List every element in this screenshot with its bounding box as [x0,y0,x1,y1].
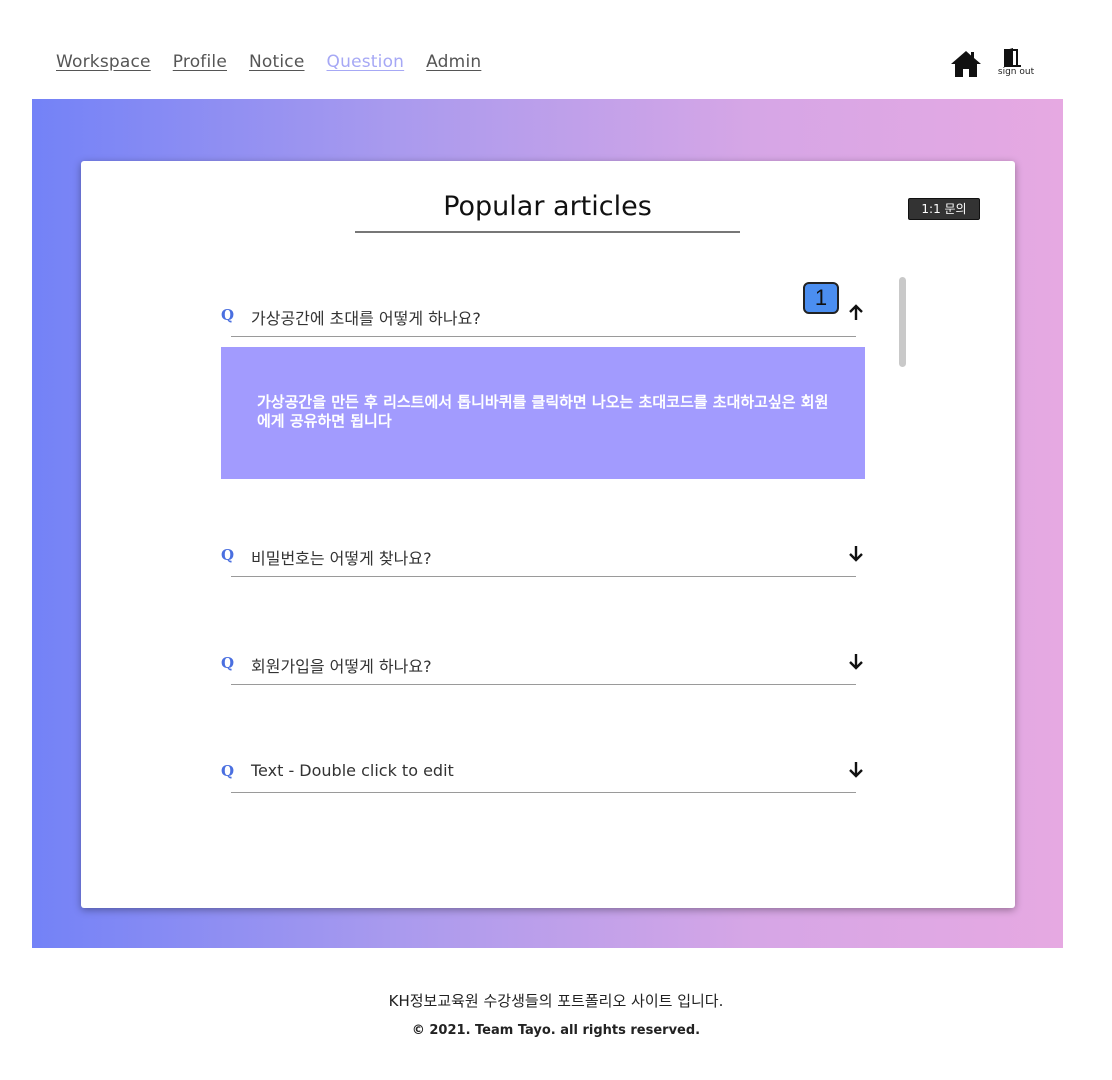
signout-label: sign out [997,67,1035,77]
faq-question: 가상공간에 초대를 어떻게 하나요? [251,309,481,328]
nav-link-profile[interactable]: Profile [173,52,227,72]
arrow-down-icon[interactable] [848,543,864,563]
arrow-down-icon[interactable] [848,759,864,779]
hero-background: Popular articles 1:1 문의 Q 가상공간에 초대를 어떻게 … [32,99,1063,948]
signout-button[interactable]: sign out [990,48,1042,82]
faq-card: Popular articles 1:1 문의 Q 가상공간에 초대를 어떻게 … [81,161,1015,908]
one-on-one-inquiry-button[interactable]: 1:1 문의 [908,198,980,220]
top-navigation: Workspace Profile Notice Question Admin … [0,0,1112,99]
count-badge: 1 [803,282,839,314]
home-icon[interactable] [950,50,982,78]
scrollbar[interactable] [899,277,906,367]
nav-link-workspace[interactable]: Workspace [56,52,151,72]
footer-copyright: © 2021. Team Tayo. all rights reserved. [411,1023,701,1038]
faq-question-row[interactable]: Q 비밀번호는 어떻게 찾나요? [221,541,863,577]
faq-question: 비밀번호는 어떻게 찾나요? [251,549,432,568]
nav-link-question[interactable]: Question [327,52,405,72]
q-icon: Q [221,546,235,564]
door-icon [1004,48,1021,67]
page-title: Popular articles [355,191,740,233]
footer: KH정보교육원 수강생들의 포트폴리오 사이트 입니다. © 2021. Tea… [0,990,1112,1038]
faq-question-row[interactable]: Q 가상공간에 초대를 어떻게 하나요? [221,301,863,337]
faq-item: Q 비밀번호는 어떻게 찾나요? [221,541,866,577]
footer-description: KH정보교육원 수강생들의 포트폴리오 사이트 입니다. [388,992,724,1010]
nav-links: Workspace Profile Notice Question Admin [56,52,481,72]
arrow-up-icon[interactable] [848,303,864,323]
arrow-down-icon[interactable] [848,651,864,671]
faq-question: 회원가입을 어떻게 하나요? [251,657,432,676]
faq-item: Q Text - Double click to edit [221,757,866,793]
nav-link-notice[interactable]: Notice [249,52,305,72]
nav-link-admin[interactable]: Admin [426,52,481,72]
q-icon: Q [221,762,235,780]
faq-item: Q 가상공간에 초대를 어떻게 하나요? 가상공간을 만든 후 리스트에서 톱니… [221,301,866,479]
faq-question: Text - Double click to edit [251,761,454,780]
faq-item: Q 회원가입을 어떻게 하나요? [221,649,866,685]
faq-question-row[interactable]: Q Text - Double click to edit [221,757,863,793]
faq-question-row[interactable]: Q 회원가입을 어떻게 하나요? [221,649,863,685]
q-icon: Q [221,306,235,324]
faq-answer: 가상공간을 만든 후 리스트에서 톱니바퀴를 클릭하면 나오는 초대코드를 초대… [221,347,865,479]
nav-icons: sign out [950,48,1050,82]
q-icon: Q [221,654,235,672]
